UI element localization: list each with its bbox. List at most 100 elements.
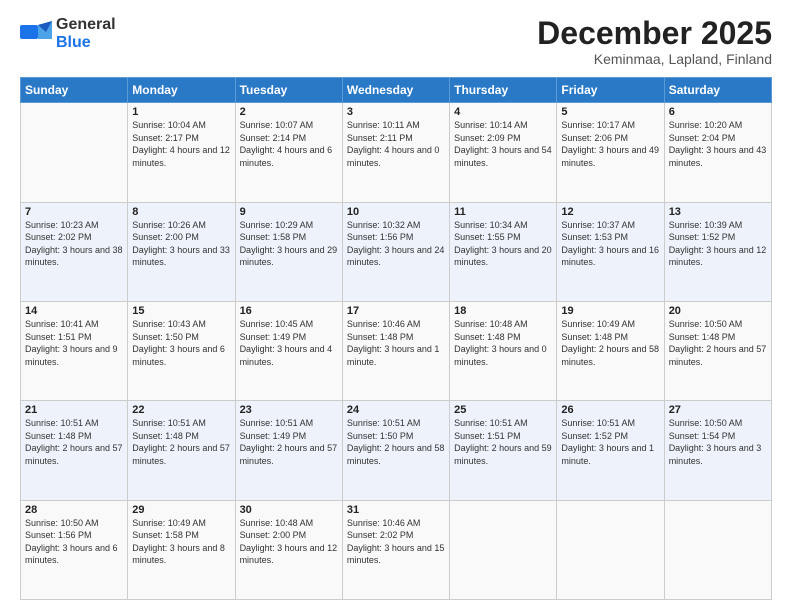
day-number: 5 — [561, 106, 659, 118]
day-info: Sunrise: 10:45 AM Sunset: 1:49 PM Daylig… — [240, 318, 338, 368]
calendar-cell — [21, 103, 128, 202]
week-row-4: 28Sunrise: 10:50 AM Sunset: 1:56 PM Dayl… — [21, 500, 772, 599]
calendar-cell: 21Sunrise: 10:51 AM Sunset: 1:48 PM Dayl… — [21, 401, 128, 500]
week-row-2: 14Sunrise: 10:41 AM Sunset: 1:51 PM Dayl… — [21, 301, 772, 400]
day-number: 9 — [240, 206, 338, 218]
logo: General Blue — [20, 16, 116, 51]
calendar-cell: 15Sunrise: 10:43 AM Sunset: 1:50 PM Dayl… — [128, 301, 235, 400]
calendar-cell: 26Sunrise: 10:51 AM Sunset: 1:52 PM Dayl… — [557, 401, 664, 500]
day-info: Sunrise: 10:41 AM Sunset: 1:51 PM Daylig… — [25, 318, 123, 368]
day-number: 11 — [454, 206, 552, 218]
day-info: Sunrise: 10:51 AM Sunset: 1:48 PM Daylig… — [25, 417, 123, 467]
weekday-saturday: Saturday — [664, 78, 771, 103]
calendar-cell: 31Sunrise: 10:46 AM Sunset: 2:02 PM Dayl… — [342, 500, 449, 599]
day-info: Sunrise: 10:51 AM Sunset: 1:52 PM Daylig… — [561, 417, 659, 467]
calendar-cell: 20Sunrise: 10:50 AM Sunset: 1:48 PM Dayl… — [664, 301, 771, 400]
day-info: Sunrise: 10:17 AM Sunset: 2:06 PM Daylig… — [561, 119, 659, 169]
calendar-header: SundayMondayTuesdayWednesdayThursdayFrid… — [21, 78, 772, 103]
calendar-title: December 2025 — [537, 16, 772, 51]
day-number: 12 — [561, 206, 659, 218]
weekday-monday: Monday — [128, 78, 235, 103]
calendar-cell: 11Sunrise: 10:34 AM Sunset: 1:55 PM Dayl… — [450, 202, 557, 301]
day-info: Sunrise: 10:51 AM Sunset: 1:49 PM Daylig… — [240, 417, 338, 467]
logo-text-general: General — [56, 16, 116, 33]
day-info: Sunrise: 10:50 AM Sunset: 1:48 PM Daylig… — [669, 318, 767, 368]
header: General Blue December 2025 Keminmaa, Lap… — [20, 16, 772, 67]
day-info: Sunrise: 10:49 AM Sunset: 1:48 PM Daylig… — [561, 318, 659, 368]
day-number: 26 — [561, 404, 659, 416]
day-info: Sunrise: 10:34 AM Sunset: 1:55 PM Daylig… — [454, 219, 552, 269]
day-number: 15 — [132, 305, 230, 317]
logo-text-blue: Blue — [56, 34, 91, 51]
calendar-cell: 19Sunrise: 10:49 AM Sunset: 1:48 PM Dayl… — [557, 301, 664, 400]
day-number: 17 — [347, 305, 445, 317]
calendar-cell: 29Sunrise: 10:49 AM Sunset: 1:58 PM Dayl… — [128, 500, 235, 599]
calendar-cell: 24Sunrise: 10:51 AM Sunset: 1:50 PM Dayl… — [342, 401, 449, 500]
day-number: 4 — [454, 106, 552, 118]
calendar-cell: 28Sunrise: 10:50 AM Sunset: 1:56 PM Dayl… — [21, 500, 128, 599]
week-row-1: 7Sunrise: 10:23 AM Sunset: 2:02 PM Dayli… — [21, 202, 772, 301]
day-info: Sunrise: 10:26 AM Sunset: 2:00 PM Daylig… — [132, 219, 230, 269]
week-row-3: 21Sunrise: 10:51 AM Sunset: 1:48 PM Dayl… — [21, 401, 772, 500]
day-info: Sunrise: 10:32 AM Sunset: 1:56 PM Daylig… — [347, 219, 445, 269]
day-number: 8 — [132, 206, 230, 218]
day-number: 23 — [240, 404, 338, 416]
calendar-cell: 8Sunrise: 10:26 AM Sunset: 2:00 PM Dayli… — [128, 202, 235, 301]
calendar-cell: 2Sunrise: 10:07 AM Sunset: 2:14 PM Dayli… — [235, 103, 342, 202]
day-number: 16 — [240, 305, 338, 317]
calendar-cell: 4Sunrise: 10:14 AM Sunset: 2:09 PM Dayli… — [450, 103, 557, 202]
weekday-sunday: Sunday — [21, 78, 128, 103]
day-number: 19 — [561, 305, 659, 317]
day-info: Sunrise: 10:43 AM Sunset: 1:50 PM Daylig… — [132, 318, 230, 368]
day-number: 3 — [347, 106, 445, 118]
day-info: Sunrise: 10:23 AM Sunset: 2:02 PM Daylig… — [25, 219, 123, 269]
calendar-cell: 7Sunrise: 10:23 AM Sunset: 2:02 PM Dayli… — [21, 202, 128, 301]
calendar-cell: 1Sunrise: 10:04 AM Sunset: 2:17 PM Dayli… — [128, 103, 235, 202]
day-info: Sunrise: 10:51 AM Sunset: 1:48 PM Daylig… — [132, 417, 230, 467]
day-number: 30 — [240, 504, 338, 516]
calendar-cell: 10Sunrise: 10:32 AM Sunset: 1:56 PM Dayl… — [342, 202, 449, 301]
day-number: 25 — [454, 404, 552, 416]
day-number: 27 — [669, 404, 767, 416]
day-info: Sunrise: 10:46 AM Sunset: 1:48 PM Daylig… — [347, 318, 445, 368]
day-info: Sunrise: 10:48 AM Sunset: 2:00 PM Daylig… — [240, 517, 338, 567]
calendar-cell: 30Sunrise: 10:48 AM Sunset: 2:00 PM Dayl… — [235, 500, 342, 599]
calendar-cell: 22Sunrise: 10:51 AM Sunset: 1:48 PM Dayl… — [128, 401, 235, 500]
day-number: 31 — [347, 504, 445, 516]
day-number: 14 — [25, 305, 123, 317]
calendar-cell: 17Sunrise: 10:46 AM Sunset: 1:48 PM Dayl… — [342, 301, 449, 400]
day-info: Sunrise: 10:07 AM Sunset: 2:14 PM Daylig… — [240, 119, 338, 169]
calendar-cell: 14Sunrise: 10:41 AM Sunset: 1:51 PM Dayl… — [21, 301, 128, 400]
day-info: Sunrise: 10:48 AM Sunset: 1:48 PM Daylig… — [454, 318, 552, 368]
day-info: Sunrise: 10:51 AM Sunset: 1:51 PM Daylig… — [454, 417, 552, 467]
day-info: Sunrise: 10:51 AM Sunset: 1:50 PM Daylig… — [347, 417, 445, 467]
week-row-0: 1Sunrise: 10:04 AM Sunset: 2:17 PM Dayli… — [21, 103, 772, 202]
day-info: Sunrise: 10:49 AM Sunset: 1:58 PM Daylig… — [132, 517, 230, 567]
weekday-row: SundayMondayTuesdayWednesdayThursdayFrid… — [21, 78, 772, 103]
calendar-body: 1Sunrise: 10:04 AM Sunset: 2:17 PM Dayli… — [21, 103, 772, 600]
calendar-cell: 25Sunrise: 10:51 AM Sunset: 1:51 PM Dayl… — [450, 401, 557, 500]
day-info: Sunrise: 10:14 AM Sunset: 2:09 PM Daylig… — [454, 119, 552, 169]
day-number: 24 — [347, 404, 445, 416]
calendar-cell: 16Sunrise: 10:45 AM Sunset: 1:49 PM Dayl… — [235, 301, 342, 400]
calendar-cell: 18Sunrise: 10:48 AM Sunset: 1:48 PM Dayl… — [450, 301, 557, 400]
page: General Blue December 2025 Keminmaa, Lap… — [0, 0, 792, 612]
weekday-friday: Friday — [557, 78, 664, 103]
calendar-cell: 9Sunrise: 10:29 AM Sunset: 1:58 PM Dayli… — [235, 202, 342, 301]
day-number: 1 — [132, 106, 230, 118]
calendar-cell — [664, 500, 771, 599]
calendar-cell: 5Sunrise: 10:17 AM Sunset: 2:06 PM Dayli… — [557, 103, 664, 202]
day-info: Sunrise: 10:04 AM Sunset: 2:17 PM Daylig… — [132, 119, 230, 169]
calendar-cell: 13Sunrise: 10:39 AM Sunset: 1:52 PM Dayl… — [664, 202, 771, 301]
calendar-cell — [450, 500, 557, 599]
day-number: 20 — [669, 305, 767, 317]
day-info: Sunrise: 10:46 AM Sunset: 2:02 PM Daylig… — [347, 517, 445, 567]
day-info: Sunrise: 10:11 AM Sunset: 2:11 PM Daylig… — [347, 119, 445, 169]
weekday-tuesday: Tuesday — [235, 78, 342, 103]
day-number: 7 — [25, 206, 123, 218]
day-number: 18 — [454, 305, 552, 317]
calendar-table: SundayMondayTuesdayWednesdayThursdayFrid… — [20, 77, 772, 600]
day-number: 10 — [347, 206, 445, 218]
day-info: Sunrise: 10:50 AM Sunset: 1:54 PM Daylig… — [669, 417, 767, 467]
day-info: Sunrise: 10:37 AM Sunset: 1:53 PM Daylig… — [561, 219, 659, 269]
